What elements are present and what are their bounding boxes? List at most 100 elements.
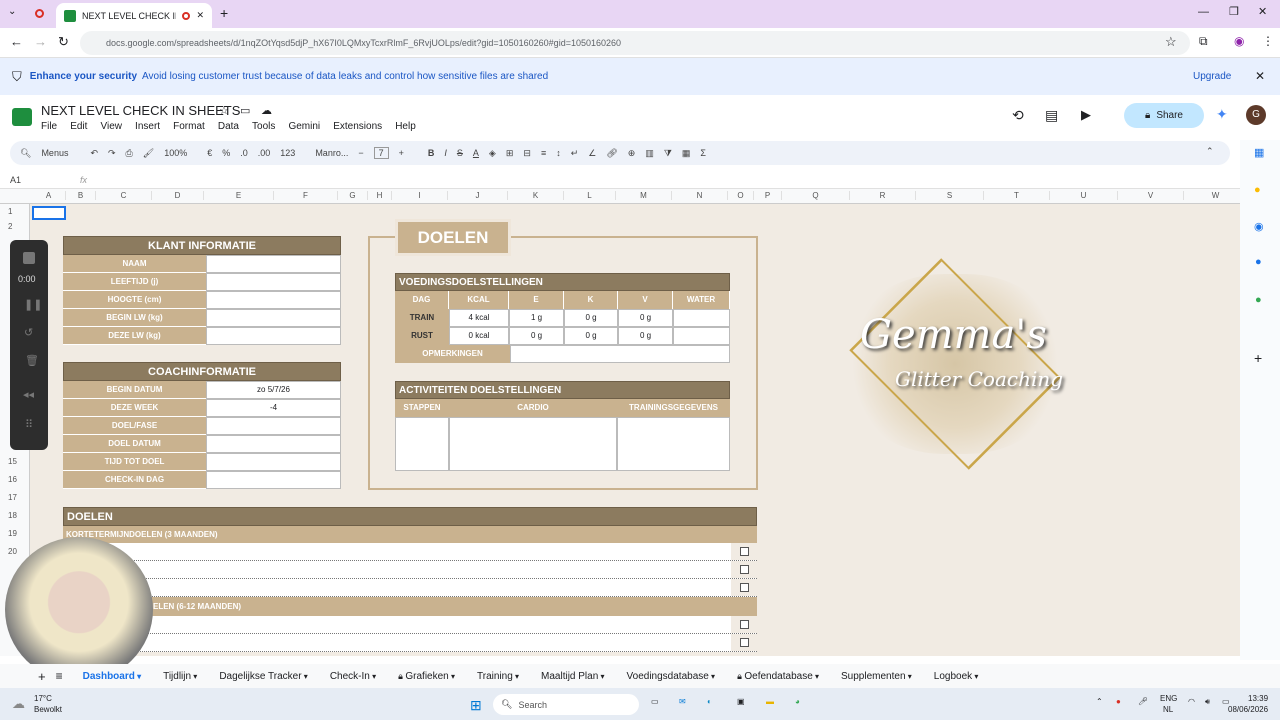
lang-bottom[interactable]: NL bbox=[1163, 705, 1173, 714]
minimize-icon[interactable]: — bbox=[1198, 6, 1209, 18]
star-icon[interactable]: ☆ bbox=[219, 104, 229, 117]
sheet-tab[interactable]: Training ▾ bbox=[477, 671, 519, 682]
column-F[interactable]: F bbox=[274, 191, 338, 200]
restart-icon[interactable]: ↺ bbox=[24, 326, 33, 339]
coach-value[interactable] bbox=[206, 471, 341, 489]
font-size-increase[interactable]: + bbox=[399, 148, 404, 158]
share-button[interactable]: 🔒︎ Share bbox=[1124, 103, 1204, 128]
sheet-tab[interactable]: Voedingsdatabase ▾ bbox=[627, 671, 716, 682]
align-icon[interactable]: ≡ bbox=[541, 148, 546, 158]
font-size-input[interactable]: 7 bbox=[373, 147, 389, 159]
column-T[interactable]: T bbox=[984, 191, 1050, 200]
goal-checkbox[interactable] bbox=[731, 579, 757, 596]
voeding-value[interactable]: 0 g bbox=[564, 309, 618, 327]
profile-icon[interactable]: ◉ bbox=[1234, 34, 1244, 48]
paint-format-icon[interactable]: 🖌︎ bbox=[143, 148, 154, 159]
sheet-tab[interactable]: Check-In ▾ bbox=[330, 671, 376, 682]
rotate-icon[interactable]: ∠ bbox=[588, 148, 596, 159]
lang-top[interactable]: ENG bbox=[1160, 694, 1177, 703]
voeding-value[interactable]: 0 g bbox=[509, 327, 564, 345]
fill-color-icon[interactable]: ◈ bbox=[489, 148, 496, 159]
sheet-tab[interactable]: 🔒︎ Grafieken ▾ bbox=[398, 671, 455, 682]
add-sheet-icon[interactable]: + bbox=[38, 669, 46, 684]
number-format[interactable]: 123 bbox=[280, 148, 295, 158]
opmerkingen-cell[interactable] bbox=[510, 345, 730, 363]
goal-checkbox[interactable] bbox=[731, 616, 757, 633]
volume-icon[interactable]: 🔊︎ bbox=[1205, 697, 1210, 707]
klant-value[interactable] bbox=[206, 291, 341, 309]
klant-value[interactable] bbox=[206, 327, 341, 345]
goal-text[interactable] bbox=[63, 561, 731, 578]
column-D[interactable]: D bbox=[152, 191, 204, 200]
bookmark-star-icon[interactable]: ☆ bbox=[1165, 34, 1177, 50]
tab-menu-icon[interactable]: ⌄ bbox=[8, 6, 16, 17]
wrap-icon[interactable]: ↵ bbox=[571, 148, 579, 159]
delete-icon[interactable]: 🗑︎ bbox=[25, 354, 39, 367]
column-M[interactable]: M bbox=[616, 191, 672, 200]
coach-value[interactable]: -4 bbox=[206, 399, 341, 417]
voeding-value[interactable]: 0 g bbox=[618, 309, 673, 327]
zoom-select[interactable]: 100% bbox=[164, 148, 187, 158]
menu-data[interactable]: Data bbox=[218, 121, 239, 132]
menu-edit[interactable]: Edit bbox=[70, 121, 87, 132]
move-folder-icon[interactable]: ▭ bbox=[240, 104, 250, 117]
row-19[interactable]: 19 bbox=[8, 529, 17, 538]
menu-view[interactable]: View bbox=[100, 121, 122, 132]
all-sheets-icon[interactable]: ≡ bbox=[56, 669, 63, 683]
menu-help[interactable]: Help bbox=[395, 121, 416, 132]
goal-text[interactable] bbox=[63, 634, 731, 651]
sheet-tab[interactable]: Maaltijd Plan ▾ bbox=[541, 671, 605, 682]
chrome-icon[interactable]: ◕ bbox=[795, 697, 800, 706]
add-addon-icon[interactable]: + bbox=[1254, 350, 1262, 366]
row-1[interactable]: 1 bbox=[8, 207, 12, 216]
close-window-icon[interactable]: ✕ bbox=[1258, 5, 1267, 18]
row-16[interactable]: 16 bbox=[8, 475, 17, 484]
column-E[interactable]: E bbox=[204, 191, 274, 200]
menu-tools[interactable]: Tools bbox=[252, 121, 275, 132]
voeding-value[interactable]: 0 g bbox=[618, 327, 673, 345]
sheet-tab[interactable]: Supplementen ▾ bbox=[841, 671, 912, 682]
link-icon[interactable]: 🔗︎ bbox=[606, 148, 617, 159]
menu-file[interactable]: File bbox=[41, 121, 57, 132]
sheet-tab[interactable]: Dashboard ▾ bbox=[83, 671, 141, 682]
sheet-tab-dropdown-icon[interactable]: ▾ bbox=[302, 672, 308, 681]
tasks-icon[interactable]: ◉ bbox=[1254, 220, 1264, 233]
meet-icon[interactable]: ▶ bbox=[1081, 107, 1091, 123]
goal-text[interactable] bbox=[63, 543, 731, 560]
bold-icon[interactable]: B bbox=[428, 148, 435, 158]
column-K[interactable]: K bbox=[508, 191, 564, 200]
taskbar-search[interactable]: 🔍︎ Search bbox=[493, 694, 639, 715]
row-17[interactable]: 17 bbox=[8, 493, 17, 502]
reload-icon[interactable]: ↻ bbox=[58, 34, 69, 50]
history-icon[interactable]: ⟲ bbox=[1012, 107, 1024, 124]
goal-checkbox[interactable] bbox=[731, 634, 757, 651]
tray-app-icon[interactable]: ● bbox=[1116, 697, 1121, 706]
column-H[interactable]: H bbox=[368, 191, 392, 200]
comment-icon[interactable]: ⊕ bbox=[628, 148, 636, 159]
search-icon[interactable]: 🔍︎ bbox=[20, 148, 31, 159]
font-select[interactable]: Manro... bbox=[315, 148, 348, 158]
edge-icon[interactable]: ◐ bbox=[707, 697, 712, 706]
voeding-value[interactable]: 0 g bbox=[564, 327, 618, 345]
close-tab-icon[interactable]: ✕ bbox=[196, 10, 204, 21]
pause-icon[interactable]: ❚❚ bbox=[24, 298, 42, 311]
strikethrough-icon[interactable]: S bbox=[457, 148, 463, 158]
sheet-tab[interactable]: Logboek ▾ bbox=[934, 671, 979, 682]
account-avatar[interactable]: G bbox=[1246, 105, 1266, 125]
chart-icon[interactable]: ▥ bbox=[645, 148, 654, 159]
stop-record-icon[interactable] bbox=[23, 252, 35, 264]
column-N[interactable]: N bbox=[672, 191, 728, 200]
sheet-tab-dropdown-icon[interactable]: ▾ bbox=[709, 672, 715, 681]
maps-icon[interactable]: ● bbox=[1255, 294, 1262, 306]
column-P[interactable]: P bbox=[754, 191, 782, 200]
microphone-icon[interactable]: 🎤︎ bbox=[1138, 697, 1148, 706]
menu-insert[interactable]: Insert bbox=[135, 121, 160, 132]
new-tab-icon[interactable]: + bbox=[220, 5, 228, 21]
menus-search[interactable]: Menus bbox=[41, 148, 68, 158]
row-2[interactable]: 2 bbox=[8, 222, 12, 231]
calendar-icon[interactable]: ▦ bbox=[1254, 146, 1264, 159]
coach-value[interactable] bbox=[206, 435, 341, 453]
sheet-tab-dropdown-icon[interactable]: ▾ bbox=[598, 672, 605, 681]
column-Q[interactable]: Q bbox=[782, 191, 850, 200]
sheet-tab-dropdown-icon[interactable]: ▾ bbox=[513, 672, 519, 681]
